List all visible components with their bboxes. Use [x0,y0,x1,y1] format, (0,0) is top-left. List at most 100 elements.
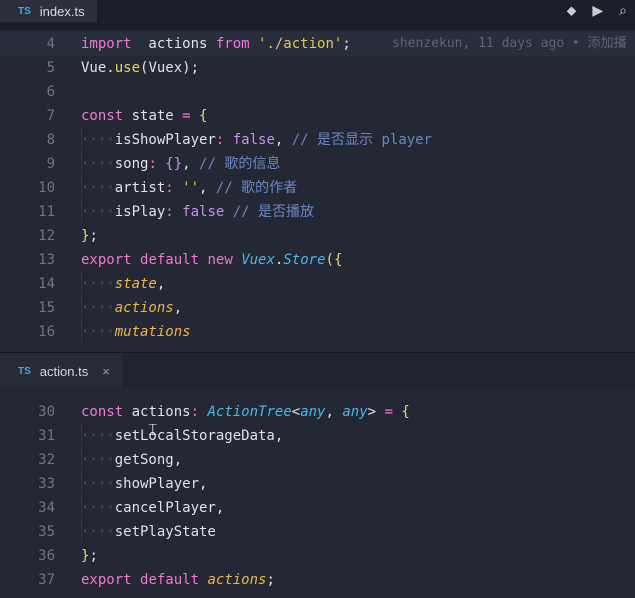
code-line[interactable]: 14 ····state, [0,272,635,296]
code-line[interactable]: 36}; [0,544,635,568]
line-number: 34 [38,500,55,516]
line-number: 10 [38,180,55,196]
line-number: 4 [46,36,55,52]
code-line[interactable]: 8 ····isShowPlayer: false, // 是否显示 player [0,128,635,152]
code-token: actions [207,572,267,588]
code-token: cancelPlayer, [114,500,225,516]
line-number: 32 [38,452,55,468]
code-token: import [81,36,132,52]
code-text: ····cancelPlayer, [81,496,224,520]
code-token: './action' [249,36,343,52]
code-token: any [300,404,326,420]
code-token: = [384,404,393,420]
code-text: ····actions, [81,296,182,320]
tab-bar-top: TS index.ts ⬥ ▶ ⌕ [0,0,635,30]
whitespace-dots: ···· [81,204,115,220]
code-token: Vue. [81,60,115,76]
tab-action-ts[interactable]: TS action.ts × [0,353,122,389]
line-number: 12 [38,228,55,244]
code-line[interactable]: 16 ····mutations [0,320,635,344]
code-token: : [165,204,174,220]
editor-toolbar: ⬥ ▶ ⌕ [567,0,635,22]
git-icon[interactable]: ⬥ [567,3,577,19]
code-token: export [81,252,132,268]
code-line[interactable]: 37 export default actions; [0,568,635,592]
code-area-top[interactable]: 3import mutations from './mutations';4im… [0,22,635,344]
close-icon[interactable]: × [102,364,110,379]
code-token: , [325,404,343,420]
line-number: 36 [38,548,55,564]
code-line[interactable]: 7 const state = { [0,104,635,128]
code-text: export default new Vuex.Store({ [81,248,342,272]
code-token: showPlayer, [114,476,208,492]
code-token: actions [123,404,191,420]
code-token: false [224,132,275,148]
code-token: state [123,108,183,124]
search-replace-icon[interactable]: ⌕ [619,3,627,19]
code-token: ; [266,572,275,588]
code-line[interactable]: 13 export default new Vuex.Store({ [0,248,635,272]
line-number: 14 [38,276,55,292]
code-token: const [81,404,124,420]
line-number: 7 [46,108,55,124]
code-token: artist [114,180,166,196]
typescript-file-icon: TS [18,365,31,377]
editor-pane-index[interactable]: TS index.ts ⬥ ▶ ⌕ 3import mutations from… [0,0,635,352]
code-text: Vue.use(Vuex); [81,56,199,80]
code-token: : [165,180,174,196]
code-token: default [140,252,200,268]
code-line[interactable]: 9 ····song: {}, // 歌的信息 [0,152,635,176]
code-line[interactable]: 33 ····showPlayer, [0,472,635,496]
code-line[interactable]: 6 [0,80,635,104]
code-line[interactable]: 15 ····actions, [0,296,635,320]
code-token: getSong, [114,452,183,468]
code-token: , [199,180,216,196]
code-line[interactable]: 10 ····artist: '', // 歌的作者 [0,176,635,200]
code-token: : [148,156,157,172]
code-line[interactable]: 5 Vue.use(Vuex); [0,56,635,80]
tab-label: index.ts [39,3,85,19]
code-line[interactable]: 31 ····setLocalStorageData, [0,424,635,448]
code-token: '' [173,180,200,196]
line-number: 15 [38,300,55,316]
code-token: Vuex [241,252,275,268]
code-text: ····setPlayState [81,520,216,544]
code-text: ····artist: '', // 歌的作者 [81,176,297,200]
code-token: , [156,276,166,292]
code-token: ; [89,548,98,564]
code-text: const state = { [81,104,207,128]
code-token: { [401,404,410,420]
code-line[interactable]: 35 ····setPlayState [0,520,635,544]
code-line[interactable]: 4 import actions from './action'; shenzeku… [0,32,635,56]
line-number: 13 [38,252,55,268]
play-icon[interactable]: ▶ [592,3,603,19]
code-token: // 是否播放 [232,204,315,220]
code-line[interactable]: 11 ····isPlay: false // 是否播放 [0,200,635,224]
line-number: 33 [38,476,55,492]
code-token: // 是否显示 player [291,132,433,148]
code-token: export [81,572,132,588]
code-token: actions [131,36,216,52]
code-line[interactable]: 32 ····getSong, [0,448,635,472]
whitespace-dots: ···· [81,500,115,516]
code-text: import actions from './action'; [81,32,351,56]
tab-index-ts[interactable]: TS index.ts [0,0,97,22]
editor-pane-action[interactable]: TS action.ts × 30 const actions: ActionTr… [0,352,635,598]
line-number: 31 [38,428,55,444]
whitespace-dots: ···· [81,476,115,492]
code-token: {} [156,156,183,172]
code-area-bottom[interactable]: 30 const actions: ActionTree<any, any> = … [0,400,635,592]
code-text: ····mutations [81,320,191,344]
code-token: const [81,108,124,124]
code-line[interactable]: 12}; [0,224,635,248]
code-token: default [140,572,200,588]
code-line[interactable]: 34 ····cancelPlayer, [0,496,635,520]
code-line[interactable]: 30 const actions: ActionTree<any, any> = … [0,400,635,424]
code-token: ; [342,36,351,52]
code-token: > [367,404,385,420]
whitespace-dots: ···· [81,180,115,196]
whitespace-dots: ···· [81,452,115,468]
